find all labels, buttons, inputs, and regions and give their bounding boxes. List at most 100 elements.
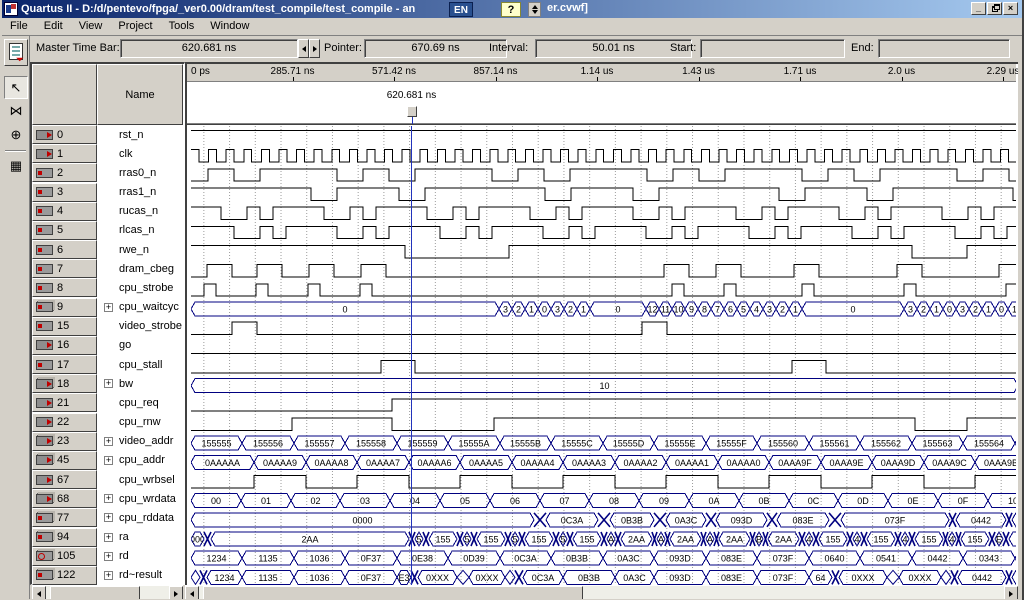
- signal-id-cell[interactable]: 9: [32, 298, 97, 317]
- signal-name-cell[interactable]: go: [97, 336, 183, 355]
- signal-name-cell[interactable]: rras0_n: [97, 163, 183, 182]
- scroll-left-button[interactable]: [32, 586, 46, 600]
- waveform-hscrollbar[interactable]: [185, 585, 1018, 599]
- select-tool-button[interactable]: ↖: [4, 76, 28, 99]
- signal-name-cell[interactable]: cpu_req: [97, 393, 183, 412]
- signal-id-cell[interactable]: 68: [32, 489, 97, 508]
- expand-group-button[interactable]: +: [104, 303, 113, 312]
- signal-id-cell[interactable]: 67: [32, 470, 97, 489]
- timeline-header[interactable]: 0 ps285.71 ns571.42 ns857.14 ns1.14 us1.…: [187, 64, 1016, 82]
- waveform-canvas[interactable]: 0321032101211109876543210321032101101555…: [187, 124, 1016, 587]
- signal-id-cell[interactable]: 17: [32, 355, 97, 374]
- signal-name-cell[interactable]: cpu_stall: [97, 355, 183, 374]
- scroll-right-button[interactable]: [1004, 586, 1018, 600]
- expand-group-button[interactable]: +: [104, 437, 113, 446]
- scrollbar-track[interactable]: [199, 586, 1004, 599]
- expand-group-button[interactable]: +: [104, 571, 113, 580]
- bus-value: 0000: [352, 515, 372, 525]
- expand-group-button[interactable]: +: [104, 513, 113, 522]
- signal-id-cell[interactable]: 6: [32, 240, 97, 259]
- end-field[interactable]: [878, 39, 1010, 58]
- signal-id-cell[interactable]: 5: [32, 221, 97, 240]
- signal-name-cell[interactable]: cpu_rnw: [97, 413, 183, 432]
- signal-id-cell[interactable]: 7: [32, 259, 97, 278]
- signal-name-cell[interactable]: +rd: [97, 547, 183, 566]
- right-border: [1018, 36, 1024, 600]
- expand-group-button[interactable]: +: [104, 533, 113, 542]
- language-en-badge[interactable]: EN: [449, 2, 473, 17]
- spin-left-button[interactable]: [298, 39, 309, 58]
- report-tool-button[interactable]: [4, 39, 28, 66]
- signal-name-cell[interactable]: rlcas_n: [97, 221, 183, 240]
- signal-name-cell[interactable]: rwe_n: [97, 240, 183, 259]
- cursor-strip[interactable]: 620.681 ns: [187, 82, 1016, 124]
- expand-group-button[interactable]: +: [104, 494, 113, 503]
- menu-edit[interactable]: Edit: [36, 18, 71, 35]
- signal-name-cell[interactable]: +bw: [97, 374, 183, 393]
- signal-name-cell[interactable]: +cpu_rddata: [97, 508, 183, 527]
- signal-name-cell[interactable]: rucas_n: [97, 202, 183, 221]
- signal-name-cell[interactable]: cpu_wrbsel: [97, 470, 183, 489]
- wave-cpu_rddata: 00000C3A0B3B0A3C093D083E073F04420343: [191, 513, 1016, 527]
- signal-id-cell[interactable]: 8: [32, 278, 97, 297]
- signal-id-cell[interactable]: 18: [32, 374, 97, 393]
- signal-name-cell[interactable]: +cpu_addr: [97, 451, 183, 470]
- signal-name-cell[interactable]: +ra: [97, 528, 183, 547]
- zoom-tool-button[interactable]: ⊕: [4, 124, 28, 147]
- signal-name-cell[interactable]: +video_addr: [97, 432, 183, 451]
- signal-id-cell[interactable]: 45: [32, 451, 97, 470]
- expand-group-button[interactable]: +: [104, 456, 113, 465]
- restore-icon-back: [994, 4, 1000, 10]
- signal-id-cell[interactable]: 21: [32, 393, 97, 412]
- signal-id-cell[interactable]: 122: [32, 566, 97, 585]
- menu-window[interactable]: Window: [202, 18, 257, 35]
- signal-id-cell[interactable]: 15: [32, 317, 97, 336]
- master-time-cursor-handle[interactable]: [407, 106, 417, 117]
- signal-name-cell[interactable]: +cpu_waitcyc: [97, 298, 183, 317]
- signal-name-cell[interactable]: cpu_strobe: [97, 278, 183, 297]
- signal-id-cell[interactable]: 1: [32, 144, 97, 163]
- signal-id-cell[interactable]: 94: [32, 528, 97, 547]
- minimize-button[interactable]: _: [971, 2, 986, 15]
- expand-group-button[interactable]: +: [104, 552, 113, 561]
- master-time-bar-field[interactable]: 620.681 ns: [120, 39, 298, 58]
- signal-id-cell[interactable]: 0: [32, 125, 97, 144]
- waveform-svg[interactable]: 0321032101211109876543210321032101101555…: [191, 126, 1016, 587]
- signal-id-cell[interactable]: 16: [32, 336, 97, 355]
- menu-file[interactable]: File: [2, 18, 36, 35]
- signal-name-cell[interactable]: dram_cbeg: [97, 259, 183, 278]
- help-balloon-icon[interactable]: ?: [501, 2, 521, 17]
- name-panel-hscrollbar[interactable]: [32, 585, 183, 599]
- language-options-button[interactable]: [528, 2, 541, 17]
- scroll-right-button[interactable]: [169, 586, 183, 600]
- expand-group-button[interactable]: +: [104, 379, 113, 388]
- scroll-left-button[interactable]: [185, 586, 199, 600]
- menu-tools[interactable]: Tools: [161, 18, 203, 35]
- signal-name-cell[interactable]: clk: [97, 144, 183, 163]
- menu-view[interactable]: View: [71, 18, 111, 35]
- signal-name-cell[interactable]: video_strobe: [97, 317, 183, 336]
- grid-tool-button[interactable]: ▦: [4, 155, 28, 178]
- restore-button[interactable]: [987, 2, 1002, 15]
- scrollbar-thumb[interactable]: [50, 586, 140, 600]
- signal-id-cell[interactable]: 22: [32, 413, 97, 432]
- signal-id-cell[interactable]: 105: [32, 547, 97, 566]
- scrollbar-track[interactable]: [46, 586, 169, 599]
- signal-name-cell[interactable]: +cpu_wrdata: [97, 489, 183, 508]
- signal-id-cell[interactable]: 77: [32, 508, 97, 527]
- menu-project[interactable]: Project: [110, 18, 160, 35]
- scrollbar-thumb[interactable]: [203, 586, 583, 600]
- signal-id-cell[interactable]: 23: [32, 432, 97, 451]
- signal-id-cell[interactable]: 3: [32, 183, 97, 202]
- signal-name-cell[interactable]: +rd~result: [97, 566, 183, 585]
- toolbar-divider: [5, 150, 26, 152]
- spin-right-button[interactable]: [309, 39, 320, 58]
- signal-id-cell[interactable]: 4: [32, 202, 97, 221]
- signal-name-cell[interactable]: rst_n: [97, 125, 183, 144]
- bus-value: 155564: [974, 439, 1004, 449]
- signal-name-cell[interactable]: rras1_n: [97, 183, 183, 202]
- close-button[interactable]: ×: [1003, 2, 1018, 15]
- start-field[interactable]: [700, 39, 845, 58]
- snap-tool-button[interactable]: ⋈: [4, 100, 28, 123]
- signal-id-cell[interactable]: 2: [32, 163, 97, 182]
